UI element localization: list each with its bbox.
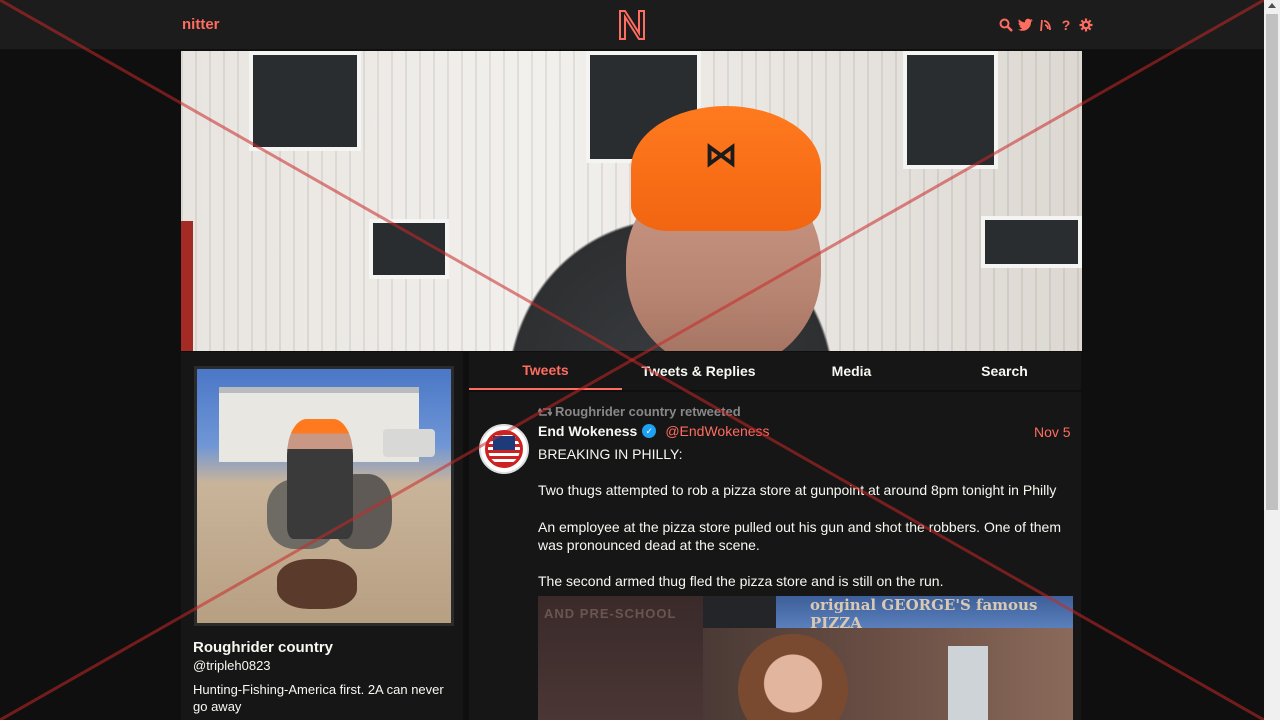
retweet-icon xyxy=(538,407,552,416)
tab-media[interactable]: Media xyxy=(775,352,928,390)
banner-window xyxy=(903,51,998,169)
tweet-text: BREAKING IN PHILLY: Two thugs attempted … xyxy=(538,446,1061,590)
verified-badge-icon: ✓ xyxy=(642,424,657,438)
scrollbar-thumb[interactable] xyxy=(1266,14,1278,510)
tweet-handle[interactable]: @EndWokeness xyxy=(665,423,769,439)
tab-search[interactable]: Search xyxy=(928,352,1081,390)
profile-banner[interactable]: ⋈ xyxy=(181,51,1082,351)
page-scrollbar[interactable] xyxy=(1264,0,1280,720)
tab-tweets-replies[interactable]: Tweets & Replies xyxy=(622,352,775,390)
banner-red-post xyxy=(181,221,193,351)
media-store-sign-text: original GEORGE'S famous PIZZA xyxy=(810,596,1038,632)
tweet-avatar[interactable] xyxy=(479,424,529,474)
profile-avatar[interactable] xyxy=(194,366,454,626)
avatar-pheasants xyxy=(277,559,357,609)
gear-icon[interactable] xyxy=(1078,16,1094,34)
search-icon[interactable] xyxy=(998,16,1014,34)
tweet-fullname[interactable]: End Wokeness xyxy=(538,423,637,439)
tweet-media[interactable]: AND PRE-SCHOOL original GEORGE'S famous … xyxy=(538,596,1073,720)
nitter-brand-link[interactable]: nitter xyxy=(182,16,220,33)
profile-bio: Hunting-Fishing-America first. 2A can ne… xyxy=(193,682,444,714)
help-icon[interactable]: ? xyxy=(1058,16,1074,34)
avatar-star-field xyxy=(493,436,515,450)
avatar-person xyxy=(287,419,353,539)
profile-fullname[interactable]: Roughrider country xyxy=(193,639,333,656)
avatar-truck xyxy=(383,429,435,457)
retweet-header: Roughrider country retweeted xyxy=(538,404,741,419)
banner-window xyxy=(369,219,449,279)
cap-brand-logo-icon: ⋈ xyxy=(704,136,738,174)
banner-window xyxy=(249,51,361,151)
tweet-author: End Wokeness ✓ @EndWokeness xyxy=(538,423,770,439)
banner-window xyxy=(981,216,1082,268)
media-door xyxy=(948,646,988,720)
tweet-date[interactable]: Nov 5 xyxy=(1034,424,1071,440)
media-left-sign: AND PRE-SCHOOL xyxy=(544,606,677,621)
scroll-up-arrow-icon[interactable] xyxy=(1268,3,1276,8)
timeline-tabs: Tweets Tweets & Replies Media Search xyxy=(469,352,1081,390)
navbar: nitter ? xyxy=(0,0,1264,50)
rss-icon[interactable] xyxy=(1038,16,1054,34)
nav-icons: ? xyxy=(998,16,1094,34)
retweet-header-text: Roughrider country retweeted xyxy=(555,404,741,419)
tab-tweets[interactable]: Tweets xyxy=(469,352,622,390)
nitter-logo-icon[interactable] xyxy=(618,9,646,41)
profile-username[interactable]: @tripleh0823 xyxy=(193,658,271,673)
twitter-bird-icon[interactable] xyxy=(1018,16,1034,34)
